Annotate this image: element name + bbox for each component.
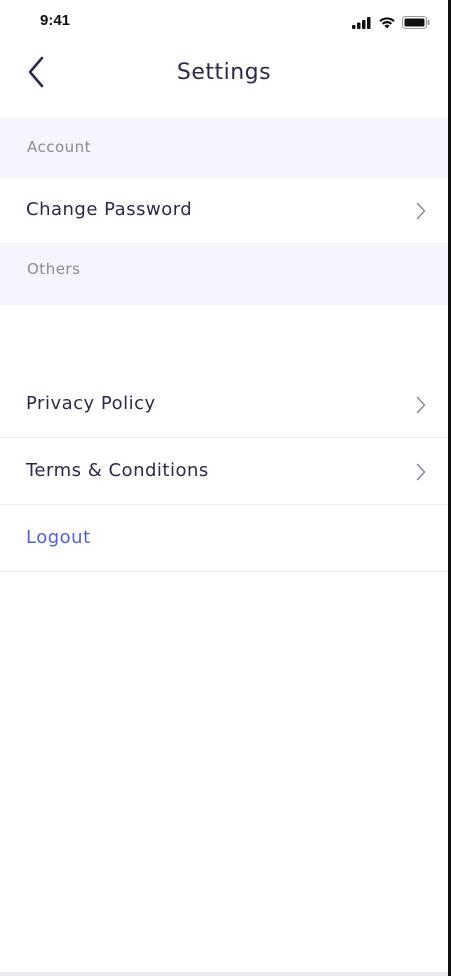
section-header-label: Others bbox=[27, 260, 81, 278]
home-indicator bbox=[0, 972, 448, 976]
section-header-label: Account bbox=[27, 138, 92, 156]
battery-icon bbox=[402, 14, 430, 33]
chevron-right-icon bbox=[416, 463, 426, 485]
chevron-right-icon bbox=[416, 396, 426, 418]
nav-bar: Settings bbox=[0, 46, 448, 118]
logout-button[interactable]: Logout bbox=[0, 506, 448, 572]
chevron-right-icon bbox=[416, 202, 426, 224]
status-icons bbox=[352, 14, 430, 33]
page-title: Settings bbox=[176, 60, 272, 85]
section-header-account: Account bbox=[0, 118, 448, 178]
section-header-others: Others bbox=[0, 245, 448, 305]
change-password-row[interactable]: Change Password bbox=[0, 178, 448, 244]
privacy-policy-row[interactable]: Privacy Policy bbox=[0, 372, 448, 438]
settings-screen: 9:41 Settings Account Change Password Ot… bbox=[0, 0, 448, 976]
change-password-label: Change Password bbox=[26, 199, 193, 220]
terms-conditions-label: Terms & Conditions bbox=[26, 460, 209, 481]
signal-icon bbox=[352, 14, 372, 33]
logout-label: Logout bbox=[26, 527, 91, 548]
wifi-icon bbox=[378, 14, 396, 33]
terms-conditions-row[interactable]: Terms & Conditions bbox=[0, 439, 448, 505]
privacy-policy-label: Privacy Policy bbox=[26, 393, 156, 414]
status-bar: 9:41 bbox=[0, 0, 448, 46]
status-time: 9:41 bbox=[40, 12, 71, 29]
